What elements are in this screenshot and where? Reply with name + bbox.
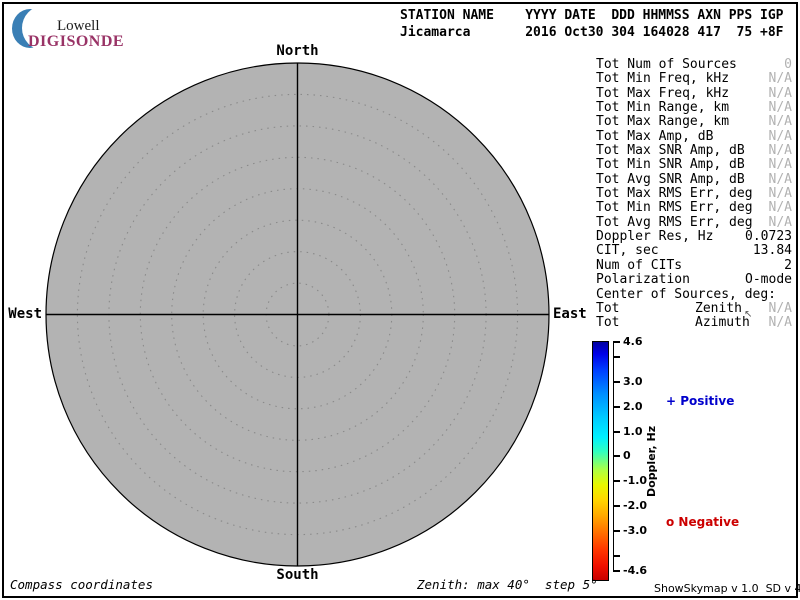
colorbar-gradient xyxy=(592,341,609,581)
stat-value: 13.84 xyxy=(753,244,792,258)
stat-row: Tot Max SNR Amp, dB N/A xyxy=(596,144,792,158)
compass-label-north: North xyxy=(45,43,550,59)
colorbar-tick-label: -2.0 xyxy=(623,499,647,512)
stat-value: N/A xyxy=(769,187,792,201)
stat-row: Tot Num of Sources 0 xyxy=(596,58,792,72)
stat-label: Tot Min Freq, kHz xyxy=(596,71,729,86)
stat-value: N/A xyxy=(769,144,792,158)
stats-panel: Tot Num of Sources0Tot Min Freq, kHzN/AT… xyxy=(596,58,792,331)
stat-label: Tot xyxy=(596,301,619,316)
stat-label: Doppler Res, Hz xyxy=(596,229,713,244)
colorbar-tick-label: 4.6 xyxy=(623,335,643,348)
stat-row: Tot Max RMS Err, deg N/A xyxy=(596,187,792,201)
colorbar-tick xyxy=(613,555,620,557)
colorbar-tick-label: 2.0 xyxy=(623,400,643,413)
stat-value: N/A xyxy=(769,130,792,144)
stat-value: N/A xyxy=(769,216,792,230)
stat-value: N/A xyxy=(769,158,792,172)
stat-label: Polarization xyxy=(596,272,690,287)
stat-value: N/A xyxy=(769,173,792,187)
stat-value: N/A xyxy=(769,201,792,215)
stat-row: Polarization O-mode xyxy=(596,273,792,287)
stat-row: Center of Sources, deg: xyxy=(596,288,792,302)
colorbar-tick xyxy=(613,341,620,343)
stat-value: 0.0723 xyxy=(745,230,792,244)
colorbar-tick xyxy=(613,431,620,433)
zenith-range-label: Zenith: max 40° step 5° xyxy=(417,577,598,592)
colorbar-tick xyxy=(613,570,620,572)
stat-row: Tot Avg SNR Amp, dB N/A xyxy=(596,173,792,187)
coordinates-mode-label: Compass coordinates xyxy=(10,577,153,592)
stat-row: Tot Max Amp, dB N/A xyxy=(596,130,792,144)
doppler-colorbar: 4.63.02.01.00-1.0-2.0-3.0-4.6 xyxy=(592,341,792,586)
stat-label: Tot Max Freq, kHz xyxy=(596,86,729,101)
stat-value: N/A xyxy=(769,115,792,129)
stat-value: N/A xyxy=(769,316,792,330)
colorbar-tick xyxy=(613,455,620,457)
colorbar-tick-label: 0 xyxy=(623,449,631,462)
stat-value: N/A xyxy=(769,302,792,316)
stat-row: Tot Max Freq, kHz N/A xyxy=(596,87,792,101)
stat-value: N/A xyxy=(769,101,792,115)
stat-row: Tot Zenith N/A xyxy=(596,302,792,316)
stat-row: Tot Azimuth N/A xyxy=(596,316,792,330)
stat-sublabel: Azimuth xyxy=(695,316,750,330)
colorbar-tick xyxy=(613,381,620,383)
legend-positive: + Positive xyxy=(666,394,734,408)
stat-label: Tot Num of Sources xyxy=(596,57,737,72)
stat-row: Doppler Res, Hz 0.0723 xyxy=(596,230,792,244)
colorbar-title: Doppler, Hz xyxy=(645,426,658,497)
stat-row: Tot Min SNR Amp, dB N/A xyxy=(596,158,792,172)
stat-row: Tot Avg RMS Err, deg N/A xyxy=(596,216,792,230)
stat-label: Tot Min RMS Err, deg xyxy=(596,200,753,215)
colorbar-tick-label: -1.0 xyxy=(623,474,647,487)
header-station-values: Jicamarca 2016 Oct30 304 164028 417 75 +… xyxy=(400,25,784,40)
legend-negative: o Negative xyxy=(666,515,739,529)
colorbar-tick-label: -4.6 xyxy=(623,564,647,577)
stat-value: N/A xyxy=(769,87,792,101)
stat-row: CIT, sec 13.84 xyxy=(596,244,792,258)
stat-value: 2 xyxy=(784,259,792,273)
colorbar-tick xyxy=(613,505,620,507)
colorbar-tick xyxy=(613,406,620,408)
stat-value: 0 xyxy=(784,58,792,72)
stat-sublabel: Zenith xyxy=(695,302,742,316)
stat-value: O-mode xyxy=(745,273,792,287)
stat-label: Tot Max Range, km xyxy=(596,114,729,129)
colorbar-tick xyxy=(613,356,620,358)
colorbar-tick-label: 1.0 xyxy=(623,425,643,438)
stat-label: Tot Max SNR Amp, dB xyxy=(596,143,745,158)
colorbar-tick-label: -3.0 xyxy=(623,524,647,537)
header-column-labels: STATION NAME YYYY DATE DDD HHMMSS AXN PP… xyxy=(400,8,784,23)
stat-label: CIT, sec xyxy=(596,243,659,258)
compass-label-east: East xyxy=(553,306,587,322)
stat-label: Tot Avg SNR Amp, dB xyxy=(596,172,745,187)
stat-row: Tot Min Freq, kHz N/A xyxy=(596,72,792,86)
mouse-cursor-icon: ↖ xyxy=(744,309,752,320)
stat-row: Tot Min RMS Err, deg N/A xyxy=(596,201,792,215)
stat-label: Tot Min SNR Amp, dB xyxy=(596,157,745,172)
stat-label: Center of Sources, deg: xyxy=(596,287,776,302)
stat-label: Tot Min Range, km xyxy=(596,100,729,115)
stat-label: Tot Max RMS Err, deg xyxy=(596,186,753,201)
stat-row: Num of CITs 2 xyxy=(596,259,792,273)
software-version-label: ShowSkymap v 1.0 SD v 4.2 xyxy=(654,582,800,595)
skymap-polar-plot xyxy=(45,62,550,567)
colorbar-tick xyxy=(613,480,620,482)
colorbar-tick-label: 3.0 xyxy=(623,375,643,388)
stat-row: Tot Min Range, km N/A xyxy=(596,101,792,115)
colorbar-tick xyxy=(613,530,620,532)
compass-label-west: West xyxy=(0,306,42,322)
stat-label: Tot Max Amp, dB xyxy=(596,129,713,144)
stat-row: Tot Max Range, km N/A xyxy=(596,115,792,129)
stat-label: Num of CITs xyxy=(596,258,682,273)
stat-label: Tot Avg RMS Err, deg xyxy=(596,215,753,230)
stat-value: N/A xyxy=(769,72,792,86)
stat-label: Tot xyxy=(596,315,619,330)
